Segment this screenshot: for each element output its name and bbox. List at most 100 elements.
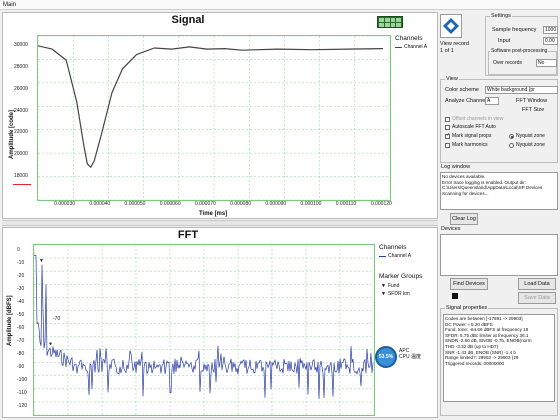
analyze-channel-select[interactable]: A <box>485 97 499 105</box>
cpu-badge-value: 53.5% <box>378 354 394 360</box>
pan-icon[interactable] <box>384 18 390 22</box>
x-tick-label: 0.000080 <box>230 201 252 207</box>
fft-pane: FFT Channels Channel A Marker Groups ▼ F… <box>2 227 438 418</box>
nyquist-radio-2[interactable]: Nyquist zone <box>509 142 545 148</box>
cpu-badge-line2: CPU 温度 <box>399 354 421 360</box>
y-tick-label: 20000 <box>14 151 28 158</box>
over-records-field[interactable]: No <box>536 59 557 67</box>
reset-icon[interactable] <box>396 18 401 22</box>
autoscale-checkbox[interactable]: Autoscale FFT Auto <box>445 124 496 130</box>
over-records-label: Over records <box>493 60 522 66</box>
signal-props-title: Signal properties <box>445 305 489 311</box>
view-group: View Color scheme White background (pr A… <box>440 76 558 163</box>
view-record-value: 1 of 1 <box>440 48 454 54</box>
clear-log-button[interactable]: Clear Log <box>450 213 478 225</box>
pane-splitter[interactable] <box>2 220 438 226</box>
fft-legend-item[interactable]: Channel A <box>379 253 411 259</box>
y-tick-label: 30000 <box>14 41 28 48</box>
log-textarea[interactable]: No devices available. Error trace loggin… <box>440 172 558 210</box>
triangle-down-icon: ▼ <box>381 291 386 297</box>
legend-line-icon <box>379 255 386 257</box>
offset-channels-label: Offset channels in view <box>452 116 504 122</box>
triangle-down-icon: ▼ <box>381 283 386 289</box>
y-tick-label: 26000 <box>14 85 28 92</box>
x-tick-label: 0.000090 <box>265 201 287 207</box>
zoom-x-icon[interactable] <box>379 23 384 27</box>
menu-main[interactable]: Main <box>3 2 16 8</box>
fft-series-line <box>34 255 374 400</box>
signal-x-label: Time [ms] <box>199 211 228 217</box>
y-tick-label: -70 <box>17 338 25 345</box>
y-tick-label: 28000 <box>14 63 28 70</box>
signal-props-text: Codes are between [-17891 -> 29903] DC P… <box>443 314 555 402</box>
logo-icon <box>443 18 459 34</box>
x-tick-label: 0.000100 <box>300 201 322 207</box>
fft-title: FFT <box>177 229 199 241</box>
status-square <box>452 293 458 299</box>
checkbox-box <box>445 142 450 148</box>
x-tick-label: 0.000050 <box>124 201 146 207</box>
y-tick-label: -50 <box>17 311 25 318</box>
marker-sfdr-label: SFDR km <box>387 291 410 297</box>
right-panel: View record 1 of 1 Settings Sample frequ… <box>440 12 558 418</box>
load-data-button[interactable]: Load Data <box>518 278 556 290</box>
y-tick-label: -20 <box>17 272 25 279</box>
marker-item-fund[interactable]: ▼ Fund <box>381 283 399 289</box>
sfdr-marker: ▼ <box>48 342 53 348</box>
devices-list[interactable] <box>440 234 558 276</box>
cpu-badge-text: APC CPU 温度 <box>399 348 421 360</box>
y-tick-label: 22000 <box>14 129 28 136</box>
trigger-marker[interactable] <box>13 184 31 185</box>
input-field[interactable]: 0.00 <box>543 37 558 45</box>
cursor-icon[interactable] <box>390 23 396 27</box>
prop-line: Triggered records: 00000000 <box>445 360 505 366</box>
y-tick-label: -40 <box>17 298 25 305</box>
y-tick-label: -120 <box>17 403 28 410</box>
x-tick-label: 0.000030 <box>54 201 76 207</box>
autoscale-label: Autoscale FFT Auto <box>452 124 496 130</box>
legend-line-icon <box>395 46 402 48</box>
y-tick-label: -110 <box>17 390 27 397</box>
fft-legend-label: Channel A <box>388 253 412 259</box>
offset-channels-checkbox[interactable]: Offset channels in view <box>445 116 503 122</box>
fit-icon[interactable] <box>390 18 396 22</box>
signal-props-group: Signal properties Codes are between [-17… <box>440 305 558 416</box>
mark-props-label: Mark signal props <box>452 133 492 139</box>
y-tick-label: 0 <box>17 246 20 253</box>
nyquist-1-label: Nyquist zone <box>516 133 545 139</box>
color-scheme-select[interactable]: White background (pr <box>485 86 558 94</box>
fft-annotation: -70 <box>53 316 61 322</box>
swpp-title: Software post-processing <box>490 48 549 54</box>
settings-group: Settings Sample frequency 1000 Input 0.0… <box>485 13 558 76</box>
y-tick-label: -90 <box>17 364 25 371</box>
export-icon[interactable] <box>396 23 401 27</box>
cpu-badge[interactable]: 53.5% <box>375 346 397 368</box>
view-record-label: View record <box>440 41 469 47</box>
fft-size-label: FFT Size <box>522 107 545 113</box>
save-data-button[interactable]: Save Data <box>518 292 556 304</box>
x-tick-label: 0.000040 <box>89 201 111 207</box>
sample-freq-field[interactable]: 1000 <box>543 26 558 34</box>
y-tick-label: 18000 <box>14 173 28 180</box>
checkbox-box-checked <box>445 132 450 139</box>
signal-legend-label: Channel A <box>404 44 428 50</box>
zoom-icon[interactable] <box>379 18 384 22</box>
radio-selected <box>509 133 514 139</box>
signal-plot-area[interactable] <box>37 35 391 201</box>
marker-item-sfdr[interactable]: ▼ SFDR km <box>381 291 410 297</box>
signal-legend-title: Channels <box>395 35 423 42</box>
y-tick-label: -30 <box>17 285 25 292</box>
mark-harmonics-checkbox[interactable]: Mark harmonics <box>445 142 488 148</box>
zoom-y-icon[interactable] <box>384 23 390 27</box>
find-devices-button[interactable]: Find Devices <box>450 278 488 290</box>
toolbar-icons[interactable] <box>377 16 403 28</box>
y-tick-label: -60 <box>17 325 25 331</box>
fund-marker: ▼ <box>39 258 44 264</box>
settings-title: Settings <box>490 13 512 19</box>
signal-chart <box>37 35 391 201</box>
mark-props-checkbox[interactable]: Mark signal props <box>445 132 492 139</box>
signal-legend-item[interactable]: Channel A <box>395 44 427 50</box>
log-line: C:\Users\Queensland\AppData\Local\SP Dev… <box>442 185 543 191</box>
nyquist-radio-1[interactable]: Nyquist zone <box>509 133 545 139</box>
fft-plot-area[interactable]: ▼ ▼ <box>33 244 375 416</box>
